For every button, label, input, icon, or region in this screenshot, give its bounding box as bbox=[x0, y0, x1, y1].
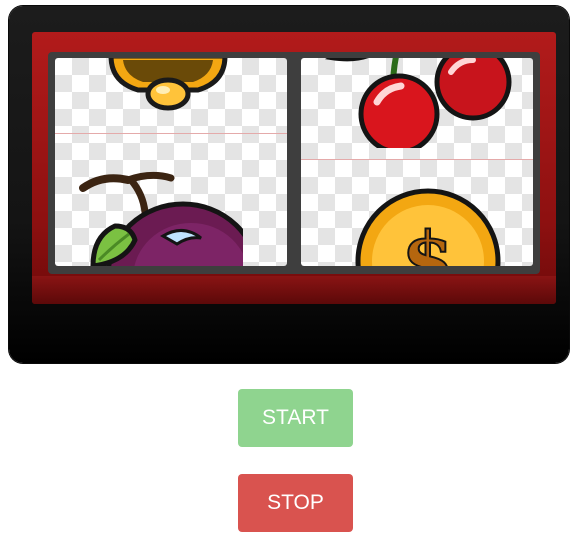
svg-text:$: $ bbox=[402, 215, 455, 266]
reel-1 bbox=[55, 58, 287, 266]
payline bbox=[55, 133, 287, 134]
reel-2: $ bbox=[301, 58, 533, 266]
payline bbox=[301, 159, 533, 160]
bell-icon bbox=[108, 58, 228, 111]
reels-window: $ bbox=[48, 52, 540, 274]
start-button[interactable]: START bbox=[238, 389, 353, 447]
cherries-icon bbox=[324, 58, 512, 148]
stop-button[interactable]: STOP bbox=[238, 474, 353, 532]
slot-machine-frame: $ bbox=[32, 32, 556, 304]
slot-machine-cabinet: $ bbox=[9, 6, 569, 363]
dollar-coin-icon: $ bbox=[355, 188, 501, 266]
plum-icon bbox=[79, 171, 243, 266]
